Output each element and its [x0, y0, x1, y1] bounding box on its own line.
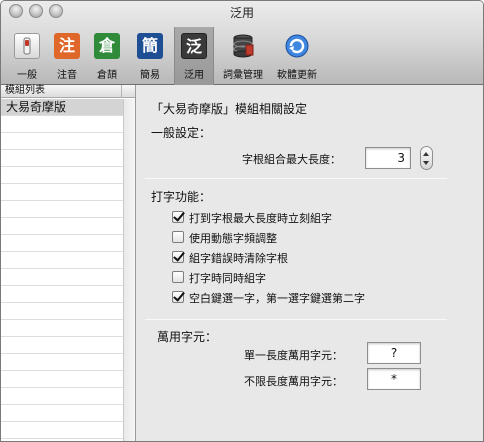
stepper-down-arrow-icon[interactable]	[423, 161, 429, 165]
unlimited-wildcard-label: 不限長度萬用字元：	[244, 375, 343, 388]
module-list: 模組列表 大易奇摩版	[1, 85, 136, 441]
max-length-label: 字根組合最大長度：	[242, 153, 341, 166]
module-list-row-empty	[1, 252, 123, 269]
module-list-row-empty	[1, 337, 123, 354]
settings-pane: 「大易奇摩版」模組相關設定 一般設定： 字根組合最大長度： 3 打字功能： 打到…	[137, 85, 483, 441]
max-length-field[interactable]: 3	[365, 147, 411, 169]
single-wildcard-field[interactable]: ?	[367, 342, 421, 364]
refresh-icon	[284, 33, 310, 59]
database-icon	[230, 33, 256, 59]
section-divider	[145, 319, 447, 320]
module-list-row-empty	[1, 116, 123, 133]
module-list-row-empty	[1, 422, 123, 439]
wildcard-heading: 萬用字元：	[157, 330, 218, 344]
module-list-item[interactable]: 大易奇摩版	[1, 99, 123, 116]
zhuyin-icon: 注	[54, 33, 80, 59]
clear-on-error-checkbox[interactable]	[172, 251, 184, 263]
module-list-row-empty	[1, 184, 123, 201]
cangjie-icon: 倉	[94, 33, 120, 59]
max-length-stepper[interactable]	[420, 146, 433, 170]
module-list-row-empty	[1, 218, 123, 235]
module-list-row-empty	[1, 269, 123, 286]
module-list-header: 模組列表	[1, 85, 135, 98]
stepper-up-arrow-icon[interactable]	[423, 152, 429, 156]
module-list-row-empty	[1, 286, 123, 303]
toolbar-generic[interactable]: 泛 泛用	[174, 27, 214, 85]
clear-on-error-label[interactable]: 組字錯誤時清除字根	[189, 250, 288, 266]
section-divider	[145, 178, 447, 179]
typing-features-heading: 打字功能：	[151, 190, 212, 204]
titlebar-toolbar: 泛用 一般 注 注音 倉 倉頡 簡 簡易 泛 泛用 詞彙管理 軟體更新	[1, 1, 483, 85]
module-list-row-empty	[1, 133, 123, 150]
compose-while-typing-checkbox[interactable]	[172, 271, 184, 283]
simplex-icon: 簡	[137, 33, 163, 59]
unlimited-wildcard-field[interactable]: *	[367, 368, 421, 390]
switch-icon	[14, 33, 40, 59]
generic-icon: 泛	[181, 33, 207, 59]
module-list-row-empty	[1, 201, 123, 218]
toolbar-software-update-label: 軟體更新	[277, 70, 317, 81]
preferences-window: 泛用 一般 注 注音 倉 倉頡 簡 簡易 泛 泛用 詞彙管理 軟體更新 模組列表…	[0, 0, 484, 442]
compose-while-typing-label[interactable]: 打字時同時組字	[189, 270, 266, 286]
immediate-compose-label[interactable]: 打到字根最大長度時立刻組字	[189, 210, 332, 226]
single-wildcard-label: 單一長度萬用字元：	[244, 349, 343, 362]
module-settings-title: 「大易奇摩版」模組相關設定	[151, 102, 308, 116]
module-list-row-empty	[1, 167, 123, 184]
module-list-row-empty	[1, 235, 123, 252]
module-list-row-empty	[1, 405, 123, 422]
immediate-compose-checkbox[interactable]	[172, 211, 184, 223]
dynamic-frequency-checkbox[interactable]	[172, 231, 184, 243]
header-divider	[121, 85, 122, 98]
module-list-row-empty	[1, 150, 123, 167]
window-title: 泛用	[229, 6, 254, 20]
module-list-row-empty	[1, 388, 123, 405]
toolbar-phrase-manager[interactable]: 詞彙管理	[223, 29, 263, 81]
dynamic-frequency-label[interactable]: 使用動態字頻調整	[189, 230, 277, 246]
toolbar-phrase-manager-label: 詞彙管理	[223, 70, 263, 81]
space-select-label[interactable]: 空白鍵選一字，第一選字鍵選第二字	[189, 290, 365, 306]
module-list-scrollbar[interactable]	[123, 99, 135, 441]
general-settings-heading: 一般設定：	[151, 126, 212, 140]
toolbar-simplex[interactable]: 簡 簡易	[130, 29, 170, 81]
toolbar-software-update[interactable]: 軟體更新	[277, 29, 317, 81]
module-list-row-empty	[1, 303, 123, 320]
module-list-row-empty	[1, 320, 123, 337]
module-list-row-empty	[1, 371, 123, 388]
space-select-checkbox[interactable]	[172, 291, 184, 303]
module-list-row-empty	[1, 354, 123, 371]
